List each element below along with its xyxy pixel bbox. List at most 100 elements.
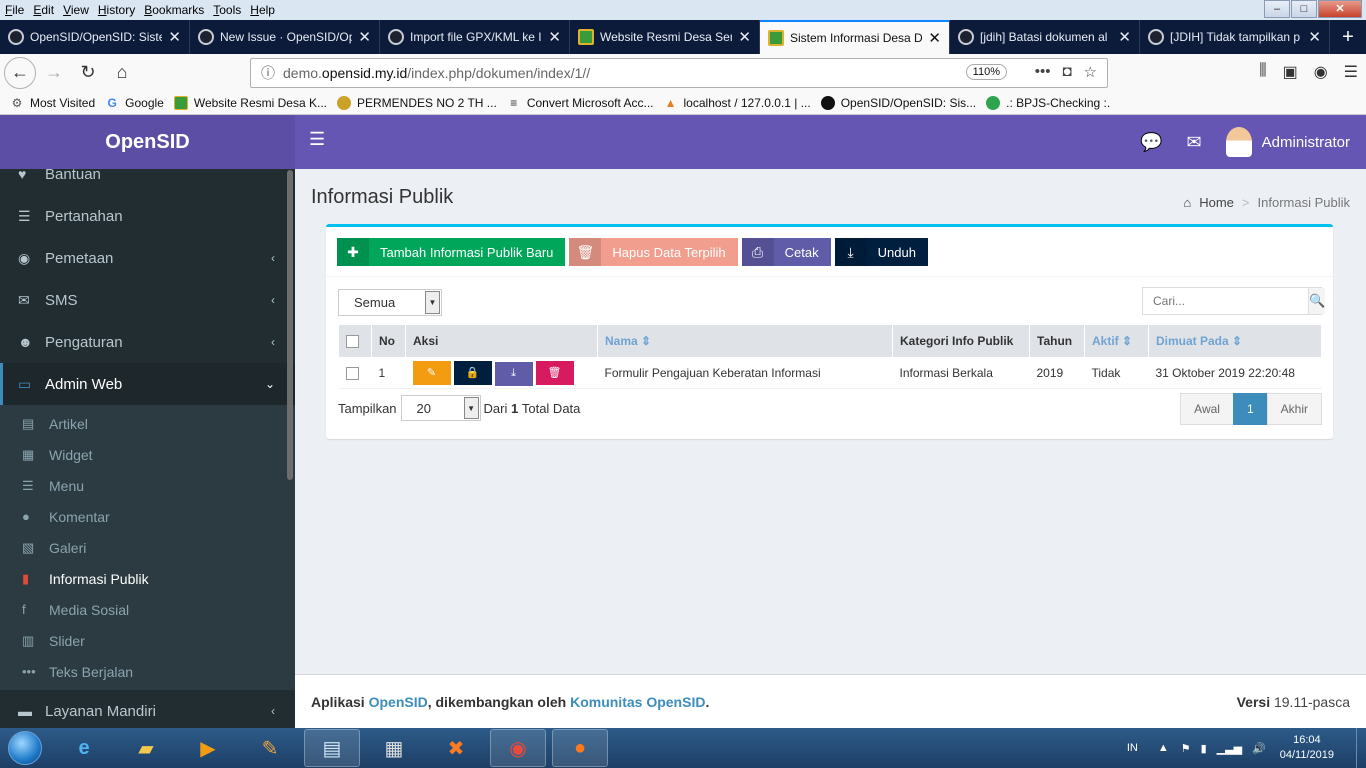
browser-tab[interactable]: Website Resmi Desa Sen ✕	[570, 20, 760, 54]
submenu-item-menu[interactable]: ☰ Menu	[0, 470, 295, 501]
download-file-button[interactable]: ⤓	[494, 361, 533, 386]
media-player-taskbar-icon[interactable]: ▶	[180, 729, 236, 767]
sidebar-item-admin-web[interactable]: ▭ Admin Web ⌄	[0, 363, 295, 405]
site-info-icon[interactable]: ⓘ	[261, 63, 275, 83]
language-indicator[interactable]: IN	[1127, 742, 1138, 754]
tab-close-icon[interactable]: ✕	[1308, 28, 1321, 46]
chrome-taskbar-icon[interactable]: ◉	[490, 729, 546, 767]
delete-row-button[interactable]: 🗑	[535, 360, 574, 385]
page-last[interactable]: Akhir	[1266, 393, 1322, 425]
sidebar-item-layanan-mandiri[interactable]: ▬ Layanan Mandiri ‹	[0, 690, 295, 728]
submenu-item-slider[interactable]: ▥ Slider	[0, 625, 295, 656]
submenu-item-galeri[interactable]: ▧ Galeri	[0, 532, 295, 563]
row-checkbox[interactable]	[345, 367, 359, 381]
page-current[interactable]: 1	[1232, 393, 1268, 425]
download-button[interactable]: ⤓ Unduh	[834, 238, 928, 266]
col-dimuat-pada[interactable]: Dimuat Pada ⇕	[1148, 324, 1322, 358]
page-first[interactable]: Awal	[1180, 393, 1234, 425]
zoom-indicator[interactable]: 110%	[965, 64, 1007, 80]
tab-close-icon[interactable]: ✕	[358, 28, 371, 46]
network-icon[interactable]: ▁▃▅	[1217, 742, 1242, 755]
firefox-taskbar-icon[interactable]: ●	[552, 729, 608, 767]
tab-close-icon[interactable]: ✕	[928, 29, 941, 47]
status-filter-select[interactable]: Semua ▼	[338, 289, 442, 316]
browser-tab[interactable]: OpenSID/OpenSID: Sistem ✕	[0, 20, 190, 54]
bookmark-item[interactable]: ▲ localhost / 127.0.0.1 | ...	[664, 96, 811, 110]
submenu-item-komentar[interactable]: ● Komentar	[0, 501, 295, 532]
reload-icon[interactable]: ↻	[72, 57, 104, 89]
notepad-taskbar-icon[interactable]: ▤	[304, 729, 360, 767]
submenu-item-media-sosial[interactable]: f Media Sosial	[0, 594, 295, 625]
library-icon[interactable]: ⫼	[1259, 62, 1266, 82]
tab-close-icon[interactable]: ✕	[548, 28, 561, 46]
opensid-link[interactable]: OpenSID	[369, 694, 428, 710]
print-button[interactable]: ⎙ Cetak	[741, 238, 831, 266]
comments-icon[interactable]: 💬	[1140, 132, 1162, 153]
app-brand[interactable]: OpenSID	[0, 115, 295, 169]
add-public-info-button[interactable]: ✚ Tambah Informasi Publik Baru	[337, 238, 566, 266]
delete-selected-button[interactable]: 🗑 Hapus Data Terpilih	[569, 238, 738, 266]
browser-tab[interactable]: [JDIH] Tidak tampilkan p ✕	[1140, 20, 1330, 54]
power-icon[interactable]: ▮	[1201, 742, 1207, 755]
new-tab-icon[interactable]: +	[1330, 20, 1366, 54]
community-link[interactable]: Komunitas OpenSID	[570, 694, 705, 710]
sidebar-toggle-icon[interactable]: ▣	[1283, 62, 1298, 82]
volume-icon[interactable]: 🔊	[1252, 742, 1266, 755]
bookmark-item[interactable]: PERMENDES NO 2 TH ...	[337, 95, 497, 110]
calculator-taskbar-icon[interactable]: ▦	[366, 729, 422, 767]
start-button[interactable]	[0, 728, 50, 768]
bookmark-item[interactable]: G Google	[105, 96, 163, 110]
browser-tab[interactable]: [jdih] Batasi dokumen al ✕	[950, 20, 1140, 54]
submenu-item-teks-berjalan[interactable]: ••• Teks Berjalan	[0, 656, 295, 687]
bookmark-item[interactable]: ≡ Convert Microsoft Acc...	[507, 96, 653, 110]
browser-tab[interactable]: Import file GPX/KML ke I ✕	[380, 20, 570, 54]
menu-bookmarks[interactable]: Bookmarks	[139, 3, 208, 17]
sidebar-item-pertanahan[interactable]: ☰ Pertanahan	[0, 195, 295, 237]
sidebar-item-sms[interactable]: ✉ SMS ‹	[0, 279, 295, 321]
bookmark-item[interactable]: ⚙ Most Visited	[10, 96, 96, 110]
sidebar-item-pengaturan[interactable]: ☻ Pengaturan ‹	[0, 321, 295, 363]
xampp-taskbar-icon[interactable]: ✖	[428, 729, 484, 767]
submenu-item-informasi-publik[interactable]: ▮ Informasi Publik	[0, 563, 295, 594]
menu-file[interactable]: File	[0, 3, 28, 17]
search-icon[interactable]: 🔍	[1308, 288, 1326, 314]
minimize-button[interactable]: –	[1264, 0, 1290, 18]
account-icon[interactable]: ◉	[1314, 62, 1328, 82]
search-input[interactable]	[1143, 288, 1308, 314]
col-aktif[interactable]: Aktif ⇕	[1084, 324, 1149, 358]
sidebar-scrollbar[interactable]	[287, 170, 293, 480]
tab-close-icon[interactable]: ✕	[1118, 28, 1131, 46]
paint-taskbar-icon[interactable]: ✎	[242, 729, 298, 767]
tab-close-icon[interactable]: ✕	[168, 28, 181, 46]
breadcrumb-home[interactable]: Home	[1199, 195, 1234, 210]
lock-button[interactable]: 🔒	[453, 360, 492, 385]
back-icon[interactable]: ←	[4, 56, 36, 89]
menu-view[interactable]: View	[58, 3, 93, 17]
page-size-select[interactable]: 20 ▼	[400, 395, 481, 421]
bookmark-item[interactable]: Website Resmi Desa K...	[173, 95, 327, 110]
home-icon[interactable]: ⌂	[106, 57, 138, 89]
browser-tab-active[interactable]: Sistem Informasi Desa De ✕	[760, 20, 950, 54]
forward-icon[interactable]: →	[38, 57, 70, 89]
clock[interactable]: 16:04 04/11/2019	[1280, 733, 1334, 763]
envelope-icon[interactable]: ✉	[1187, 132, 1202, 153]
tray-expand-icon[interactable]: ▲	[1158, 742, 1169, 754]
pocket-icon[interactable]: ◘	[1062, 63, 1071, 81]
explorer-taskbar-icon[interactable]: ▰	[118, 729, 174, 767]
page-actions-icon[interactable]: •••	[1035, 63, 1051, 81]
window-close-button[interactable]: ✕	[1318, 0, 1362, 18]
submenu-item-widget[interactable]: ▦ Widget	[0, 439, 295, 470]
col-nama[interactable]: Nama ⇕	[597, 324, 893, 358]
bookmark-star-icon[interactable]: ☆	[1084, 63, 1097, 81]
tab-close-icon[interactable]: ✕	[738, 28, 751, 46]
url-bar[interactable]: ⓘ demo. opensid.my.id/index.php/dokumen/i…	[250, 58, 1108, 88]
browser-tab[interactable]: New Issue · OpenSID/Op ✕	[190, 20, 380, 54]
menu-help[interactable]: Help	[245, 3, 279, 17]
select-all-checkbox[interactable]	[346, 335, 359, 349]
sidebar-toggle-button[interactable]: ☰	[309, 129, 325, 150]
menu-edit[interactable]: Edit	[28, 3, 58, 17]
ie-taskbar-icon[interactable]: e	[56, 729, 112, 767]
maximize-button[interactable]: □	[1291, 0, 1317, 18]
edit-button[interactable]: ✎	[412, 360, 451, 385]
menu-history[interactable]: History	[93, 3, 139, 17]
